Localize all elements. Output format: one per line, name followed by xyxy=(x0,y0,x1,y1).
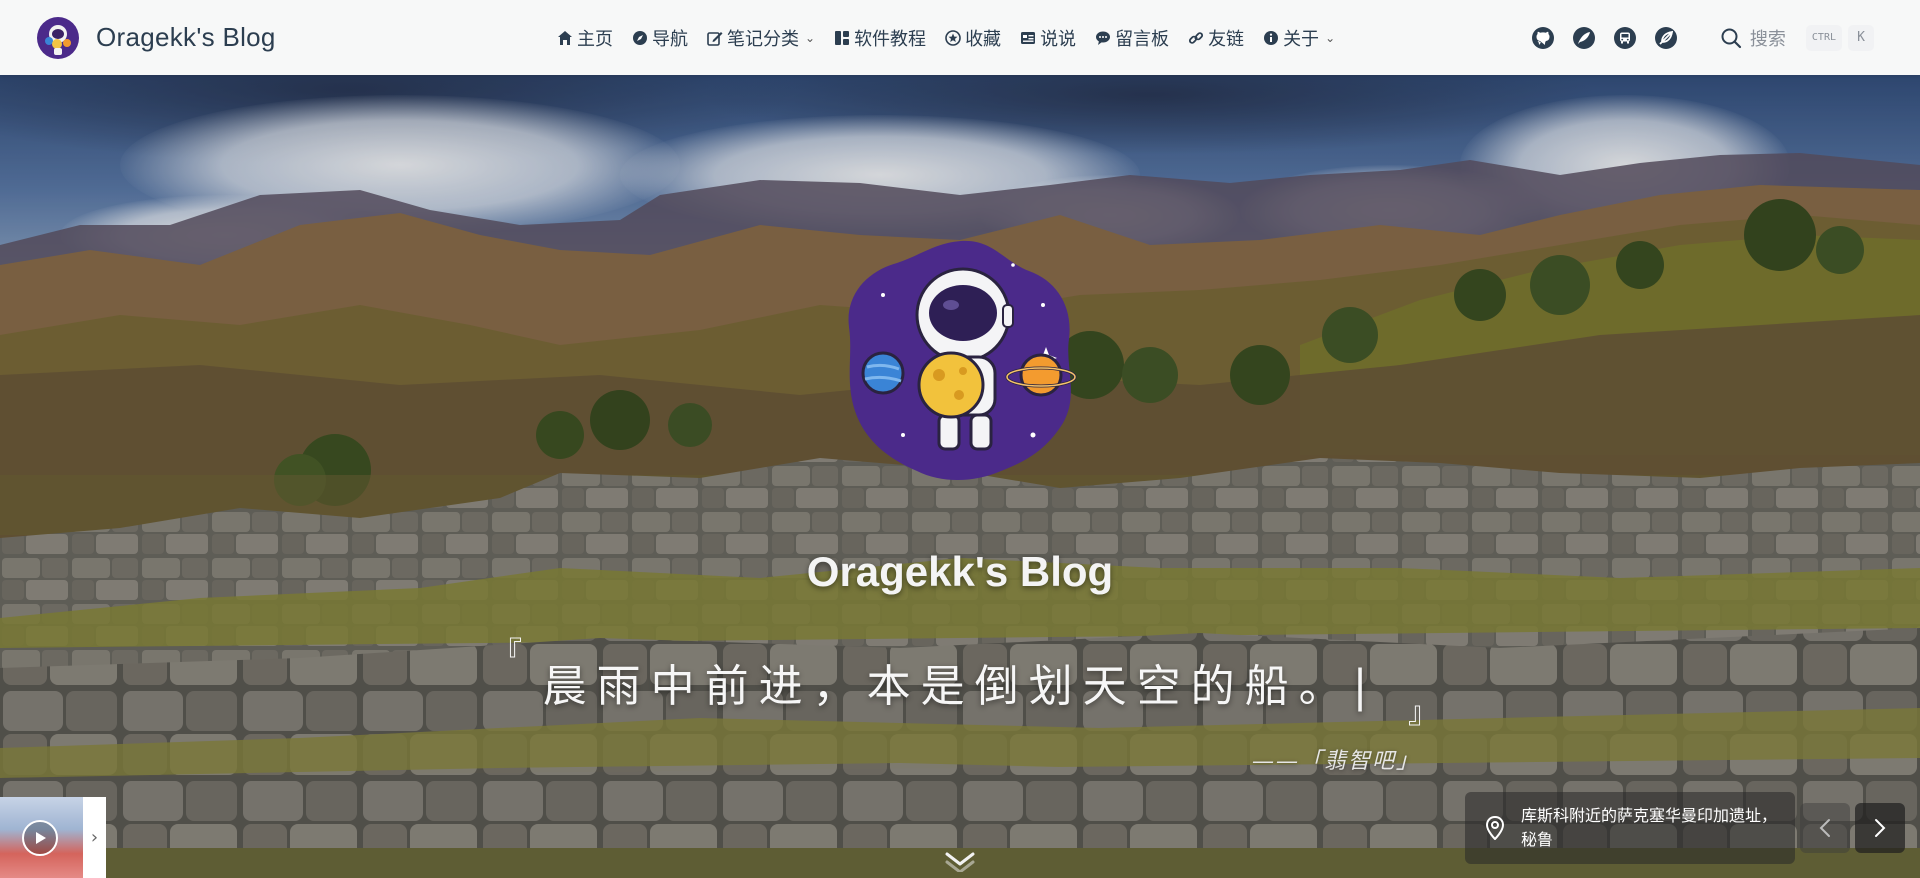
edit-icon xyxy=(707,31,723,46)
nav-label: 笔记分类 xyxy=(727,28,799,50)
talk-icon xyxy=(1021,31,1036,44)
bus-icon xyxy=(1613,26,1636,49)
main-nav: 主页 导航 笔记分类 ⌄ 软件教程 收藏 说说 留言板 友链 关于 ⌄ xyxy=(557,0,1354,75)
chevron-right-icon: › xyxy=(90,827,99,848)
album-cover xyxy=(0,797,83,878)
play-button[interactable] xyxy=(22,820,58,856)
nav-label: 主页 xyxy=(577,28,613,50)
nav-item-about[interactable]: 关于 ⌄ xyxy=(1263,25,1335,51)
compass-icon xyxy=(633,30,647,45)
nav-item-notes[interactable]: 笔记分类 ⌄ xyxy=(707,25,815,51)
blog-link[interactable] xyxy=(1571,25,1597,51)
location-text: 库斯科附近的萨克塞华曼印加遗址，秘鲁 xyxy=(1521,806,1778,849)
notes-link[interactable] xyxy=(1653,25,1679,51)
scroll-down-icon[interactable] xyxy=(944,850,976,872)
photo-location-caption: 库斯科附近的萨克塞华曼印加遗址，秘鲁 xyxy=(1465,792,1795,864)
brand-title: Oragekk's Blog xyxy=(96,22,276,52)
nav-label: 软件教程 xyxy=(854,28,927,50)
feather-icon xyxy=(1572,26,1595,49)
nav-label: 说说 xyxy=(1040,28,1077,50)
nav-item-guestbook[interactable]: 留言板 xyxy=(1095,25,1169,51)
chevron-right-icon xyxy=(1875,819,1886,837)
chevron-down-icon: ⌄ xyxy=(805,30,816,45)
kbd-k: K xyxy=(1848,24,1874,51)
nav-item-navigation[interactable]: 导航 xyxy=(632,25,688,51)
top-navbar: Oragekk's Blog 主页 导航 笔记分类 ⌄ 软件教程 收藏 说说 留… xyxy=(0,0,1920,75)
hero-quote: 晨雨中前进，本是倒划天空的船。| xyxy=(542,661,1378,712)
github-link[interactable] xyxy=(1530,25,1556,51)
nav-item-friends[interactable]: 友链 xyxy=(1188,25,1244,51)
nav-item-talk[interactable]: 说说 xyxy=(1020,25,1076,51)
github-icon xyxy=(1531,26,1554,49)
chevron-left-icon xyxy=(1819,819,1830,837)
location-pin-icon xyxy=(1485,816,1505,840)
chevron-down-icon: ⌄ xyxy=(1325,30,1336,45)
nav-item-home[interactable]: 主页 xyxy=(557,25,613,51)
nav-item-tutorials[interactable]: 软件教程 xyxy=(834,25,926,51)
nav-label: 导航 xyxy=(652,28,688,50)
quote-source: ——「翡智吧」 xyxy=(1252,749,1421,774)
astronaut-avatar-icon xyxy=(37,16,79,59)
music-player: › xyxy=(0,797,106,878)
brand-home-link[interactable]: Oragekk's Blog xyxy=(36,16,276,60)
quote-close-mark: 』 xyxy=(1408,696,1438,731)
astronaut-hero-avatar xyxy=(848,240,1077,480)
prev-wallpaper-button[interactable] xyxy=(1800,803,1850,853)
site-title: Oragekk's Blog xyxy=(806,548,1114,595)
kbd-ctrl: CTRL xyxy=(1805,24,1842,51)
play-icon xyxy=(36,832,46,844)
nav-label: 留言板 xyxy=(1115,28,1170,50)
comment-icon xyxy=(1096,31,1111,45)
nav-label: 收藏 xyxy=(965,28,1002,50)
nav-item-favorites[interactable]: 收藏 xyxy=(945,25,1001,51)
home-icon xyxy=(558,30,572,45)
app-icon xyxy=(835,30,850,45)
nav-label: 关于 xyxy=(1283,28,1320,50)
nav-actions: 搜索 CTRL K xyxy=(1530,0,1874,75)
search-label: 搜索 xyxy=(1749,28,1786,50)
next-wallpaper-button[interactable] xyxy=(1855,803,1905,853)
player-expand-button[interactable]: › xyxy=(83,797,106,878)
info-icon xyxy=(1264,30,1279,45)
search-icon xyxy=(1721,28,1742,48)
search-button[interactable]: 搜索 CTRL K xyxy=(1720,24,1874,51)
bilibili-link[interactable] xyxy=(1612,25,1638,51)
star-icon xyxy=(945,29,961,46)
nav-label: 友链 xyxy=(1208,28,1245,50)
link-icon xyxy=(1189,31,1204,44)
leaf-icon xyxy=(1654,26,1677,49)
